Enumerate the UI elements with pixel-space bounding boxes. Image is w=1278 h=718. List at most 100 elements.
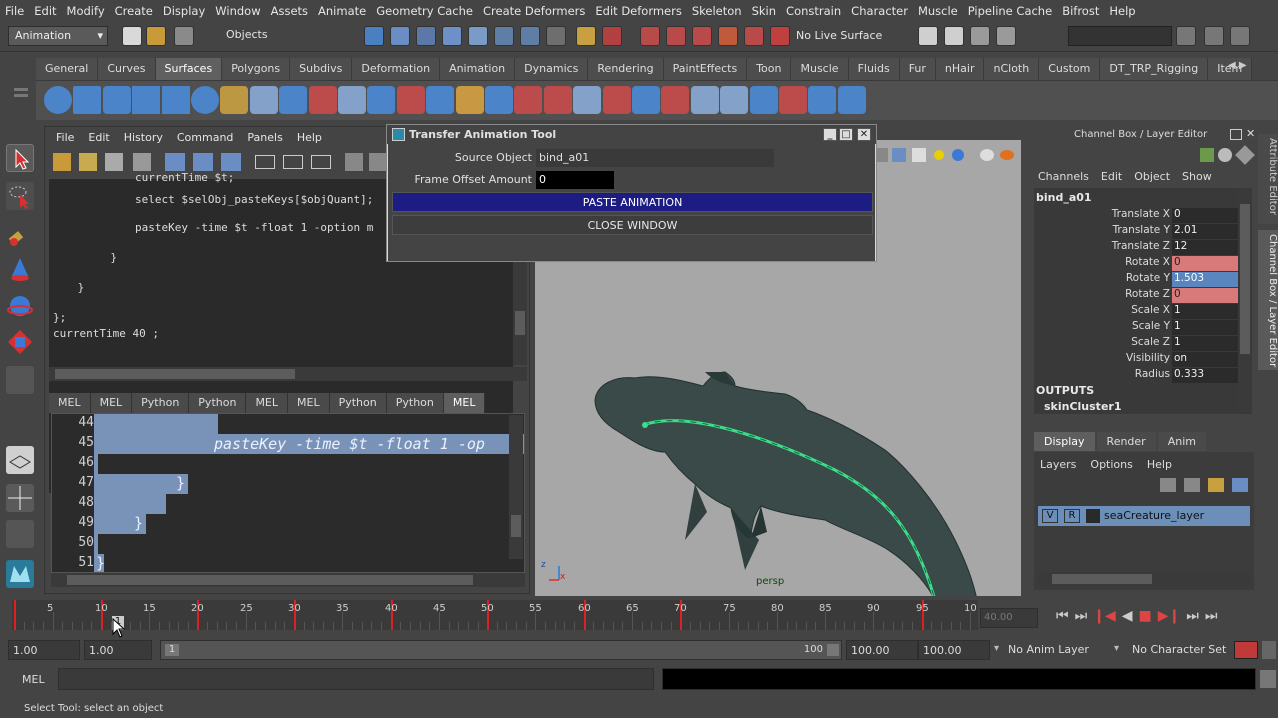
layer-menu-options[interactable]: Options bbox=[1090, 458, 1132, 471]
source-object-field[interactable]: bind_a01 bbox=[536, 149, 774, 167]
echo-commands-icon[interactable] bbox=[345, 153, 363, 171]
line-numbers-icon[interactable] bbox=[369, 153, 387, 171]
shelf-tab-nhair[interactable]: nHair bbox=[935, 58, 985, 80]
channel-attribute-row[interactable]: Scale Y1 bbox=[1034, 320, 1252, 336]
script-menu-command[interactable]: Command bbox=[170, 131, 241, 144]
paste-animation-button[interactable]: PASTE ANIMATION bbox=[392, 192, 873, 212]
smooth-shade-icon[interactable] bbox=[892, 148, 906, 162]
channel-attribute-value[interactable]: on bbox=[1172, 352, 1238, 367]
render-view-icon[interactable] bbox=[918, 26, 938, 46]
channel-attribute-row[interactable]: Rotate Y 1.503 bbox=[1034, 272, 1252, 288]
shelf-tab-surfaces[interactable]: Surfaces bbox=[155, 58, 223, 80]
ipr-render-icon[interactable] bbox=[970, 26, 990, 46]
keyframe-marker[interactable] bbox=[14, 600, 16, 630]
channel-box-scrollbar[interactable] bbox=[1238, 190, 1252, 412]
menu-edit-deformers[interactable]: Edit Deformers bbox=[590, 4, 686, 18]
step-forward-frame-icon[interactable]: ▶❙ bbox=[1158, 608, 1181, 624]
menu-muscle[interactable]: Muscle bbox=[913, 4, 963, 18]
channel-attribute-row[interactable]: Translate Z 12 bbox=[1034, 240, 1252, 256]
snap-view-icon[interactable] bbox=[520, 26, 540, 46]
bevel-plus-icon[interactable] bbox=[455, 86, 484, 114]
menu-create[interactable]: Create bbox=[110, 4, 158, 18]
construction-history-icon[interactable] bbox=[718, 26, 738, 46]
anim-layer-dropdown[interactable]: No Anim Layer bbox=[1008, 643, 1112, 656]
script-tab-mel[interactable]: MEL bbox=[443, 393, 486, 413]
boundary-icon[interactable] bbox=[367, 86, 396, 114]
channel-box-menu-object[interactable]: Object bbox=[1134, 170, 1179, 183]
range-slider-start-handle[interactable]: 1 bbox=[165, 644, 179, 656]
script-input-editor[interactable]: 44 45 46 47 48 49 50 51 pasteKey -time $t -floa… bbox=[51, 413, 525, 573]
birail-icon[interactable] bbox=[338, 86, 366, 114]
move-layer-up-icon[interactable] bbox=[1160, 478, 1176, 492]
history-icon[interactable] bbox=[640, 26, 660, 46]
lock-icon[interactable] bbox=[576, 26, 596, 46]
shelf-tab-polygons[interactable]: Polygons bbox=[222, 58, 291, 80]
channel-box-menu-edit[interactable]: Edit bbox=[1101, 170, 1131, 183]
layer-tab-anim[interactable]: Anim bbox=[1157, 432, 1206, 451]
channel-attribute-row[interactable]: Visibility on bbox=[1034, 352, 1252, 368]
channel-box-menu-channels[interactable]: Channels bbox=[1038, 170, 1098, 183]
editor-hscroll-thumb[interactable] bbox=[67, 575, 473, 585]
menu-geometry-cache[interactable]: Geometry Cache bbox=[371, 4, 478, 18]
save-script-icon[interactable] bbox=[105, 153, 123, 171]
selected-object-name[interactable]: bind_a01 bbox=[1036, 191, 1092, 204]
menu-assets[interactable]: Assets bbox=[266, 4, 313, 18]
attribute-editor-side-tab[interactable]: Attribute Editor bbox=[1258, 134, 1278, 224]
channel-box-menu-show[interactable]: Show bbox=[1182, 170, 1221, 183]
select-highlight-icon[interactable] bbox=[602, 26, 622, 46]
shelf-tab-curves[interactable]: Curves bbox=[98, 58, 156, 80]
xray-icon[interactable] bbox=[980, 149, 994, 161]
menu-animate[interactable]: Animate bbox=[313, 4, 371, 18]
shelf-tab-painteffects[interactable]: PaintEffects bbox=[663, 58, 748, 80]
go-to-end-icon[interactable]: ⏭ bbox=[1205, 608, 1218, 624]
playback-start-field[interactable]: 1.00 bbox=[84, 640, 152, 660]
shelf-tab-muscle[interactable]: Muscle bbox=[791, 58, 849, 80]
play-backwards-icon[interactable]: ◀ bbox=[1122, 608, 1133, 624]
menu-create-deformers[interactable]: Create Deformers bbox=[478, 4, 590, 18]
script-tab-mel[interactable]: MEL bbox=[288, 393, 330, 413]
nurbs-cube-icon[interactable] bbox=[73, 86, 102, 114]
layer-menu-layers[interactable]: Layers bbox=[1040, 458, 1076, 471]
new-empty-layer-icon[interactable] bbox=[1208, 478, 1224, 492]
menu-skin[interactable]: Skin bbox=[747, 4, 781, 18]
script-tab-python[interactable]: Python bbox=[329, 393, 387, 413]
four-view-layout-icon[interactable] bbox=[6, 484, 34, 512]
open-script-icon[interactable] bbox=[53, 153, 71, 171]
channel-box-side-tab[interactable]: Channel Box / Layer Editor bbox=[1258, 230, 1278, 370]
textured-icon[interactable] bbox=[912, 148, 926, 162]
output-node[interactable]: skinCluster1 bbox=[1044, 400, 1121, 413]
channel-attribute-value[interactable]: 1 bbox=[1172, 336, 1238, 351]
output-connections-icon[interactable] bbox=[692, 26, 712, 46]
quick-select-field[interactable] bbox=[1068, 26, 1172, 46]
current-time-field[interactable]: 40.00 bbox=[980, 608, 1038, 628]
shelf-tab-scroll-icon[interactable] bbox=[14, 60, 30, 110]
range-slider-end-handle[interactable] bbox=[827, 644, 839, 656]
speed-icon[interactable] bbox=[1218, 148, 1232, 162]
shelf-tab-fur[interactable]: Fur bbox=[899, 58, 936, 80]
snap-point-icon[interactable] bbox=[494, 26, 514, 46]
channel-attribute-value[interactable]: 1 bbox=[1172, 304, 1238, 319]
open-scene-icon[interactable] bbox=[146, 26, 166, 46]
layer-tab-render[interactable]: Render bbox=[1096, 432, 1156, 451]
nurbs-plane-icon[interactable] bbox=[161, 86, 190, 114]
close-panel-icon[interactable]: ✕ bbox=[1246, 127, 1255, 140]
frame-offset-input[interactable]: 0 bbox=[536, 171, 614, 189]
dialog-titlebar[interactable]: Transfer Animation Tool _ □ ✕ bbox=[387, 125, 876, 144]
channel-attribute-row[interactable]: Translate X0 bbox=[1034, 208, 1252, 224]
history-horizontal-scrollbar[interactable] bbox=[49, 367, 527, 381]
snap-grid-icon[interactable] bbox=[442, 26, 462, 46]
shelf-tab-dt-trp-rigging[interactable]: DT_TRP_Rigging bbox=[1100, 58, 1209, 80]
square-surface-icon[interactable] bbox=[396, 86, 425, 114]
channel-attribute-value[interactable]: 0 bbox=[1172, 256, 1238, 271]
maximize-icon[interactable]: □ bbox=[839, 128, 853, 141]
untrim-icon[interactable] bbox=[573, 86, 602, 114]
channel-attribute-row[interactable]: Rotate X0 bbox=[1034, 256, 1252, 272]
lights-icon[interactable] bbox=[934, 150, 944, 160]
shelf-tab-rendering[interactable]: Rendering bbox=[588, 58, 664, 80]
layer-display-type-toggle[interactable]: R bbox=[1064, 509, 1080, 523]
extrude-icon[interactable] bbox=[308, 86, 337, 114]
round-tool-icon[interactable] bbox=[808, 86, 837, 114]
channel-attribute-value[interactable]: 0.333 bbox=[1172, 368, 1238, 383]
range-slider-track[interactable]: 1 100 bbox=[160, 640, 842, 660]
attribute-editor-toggle-icon[interactable] bbox=[1204, 26, 1224, 46]
